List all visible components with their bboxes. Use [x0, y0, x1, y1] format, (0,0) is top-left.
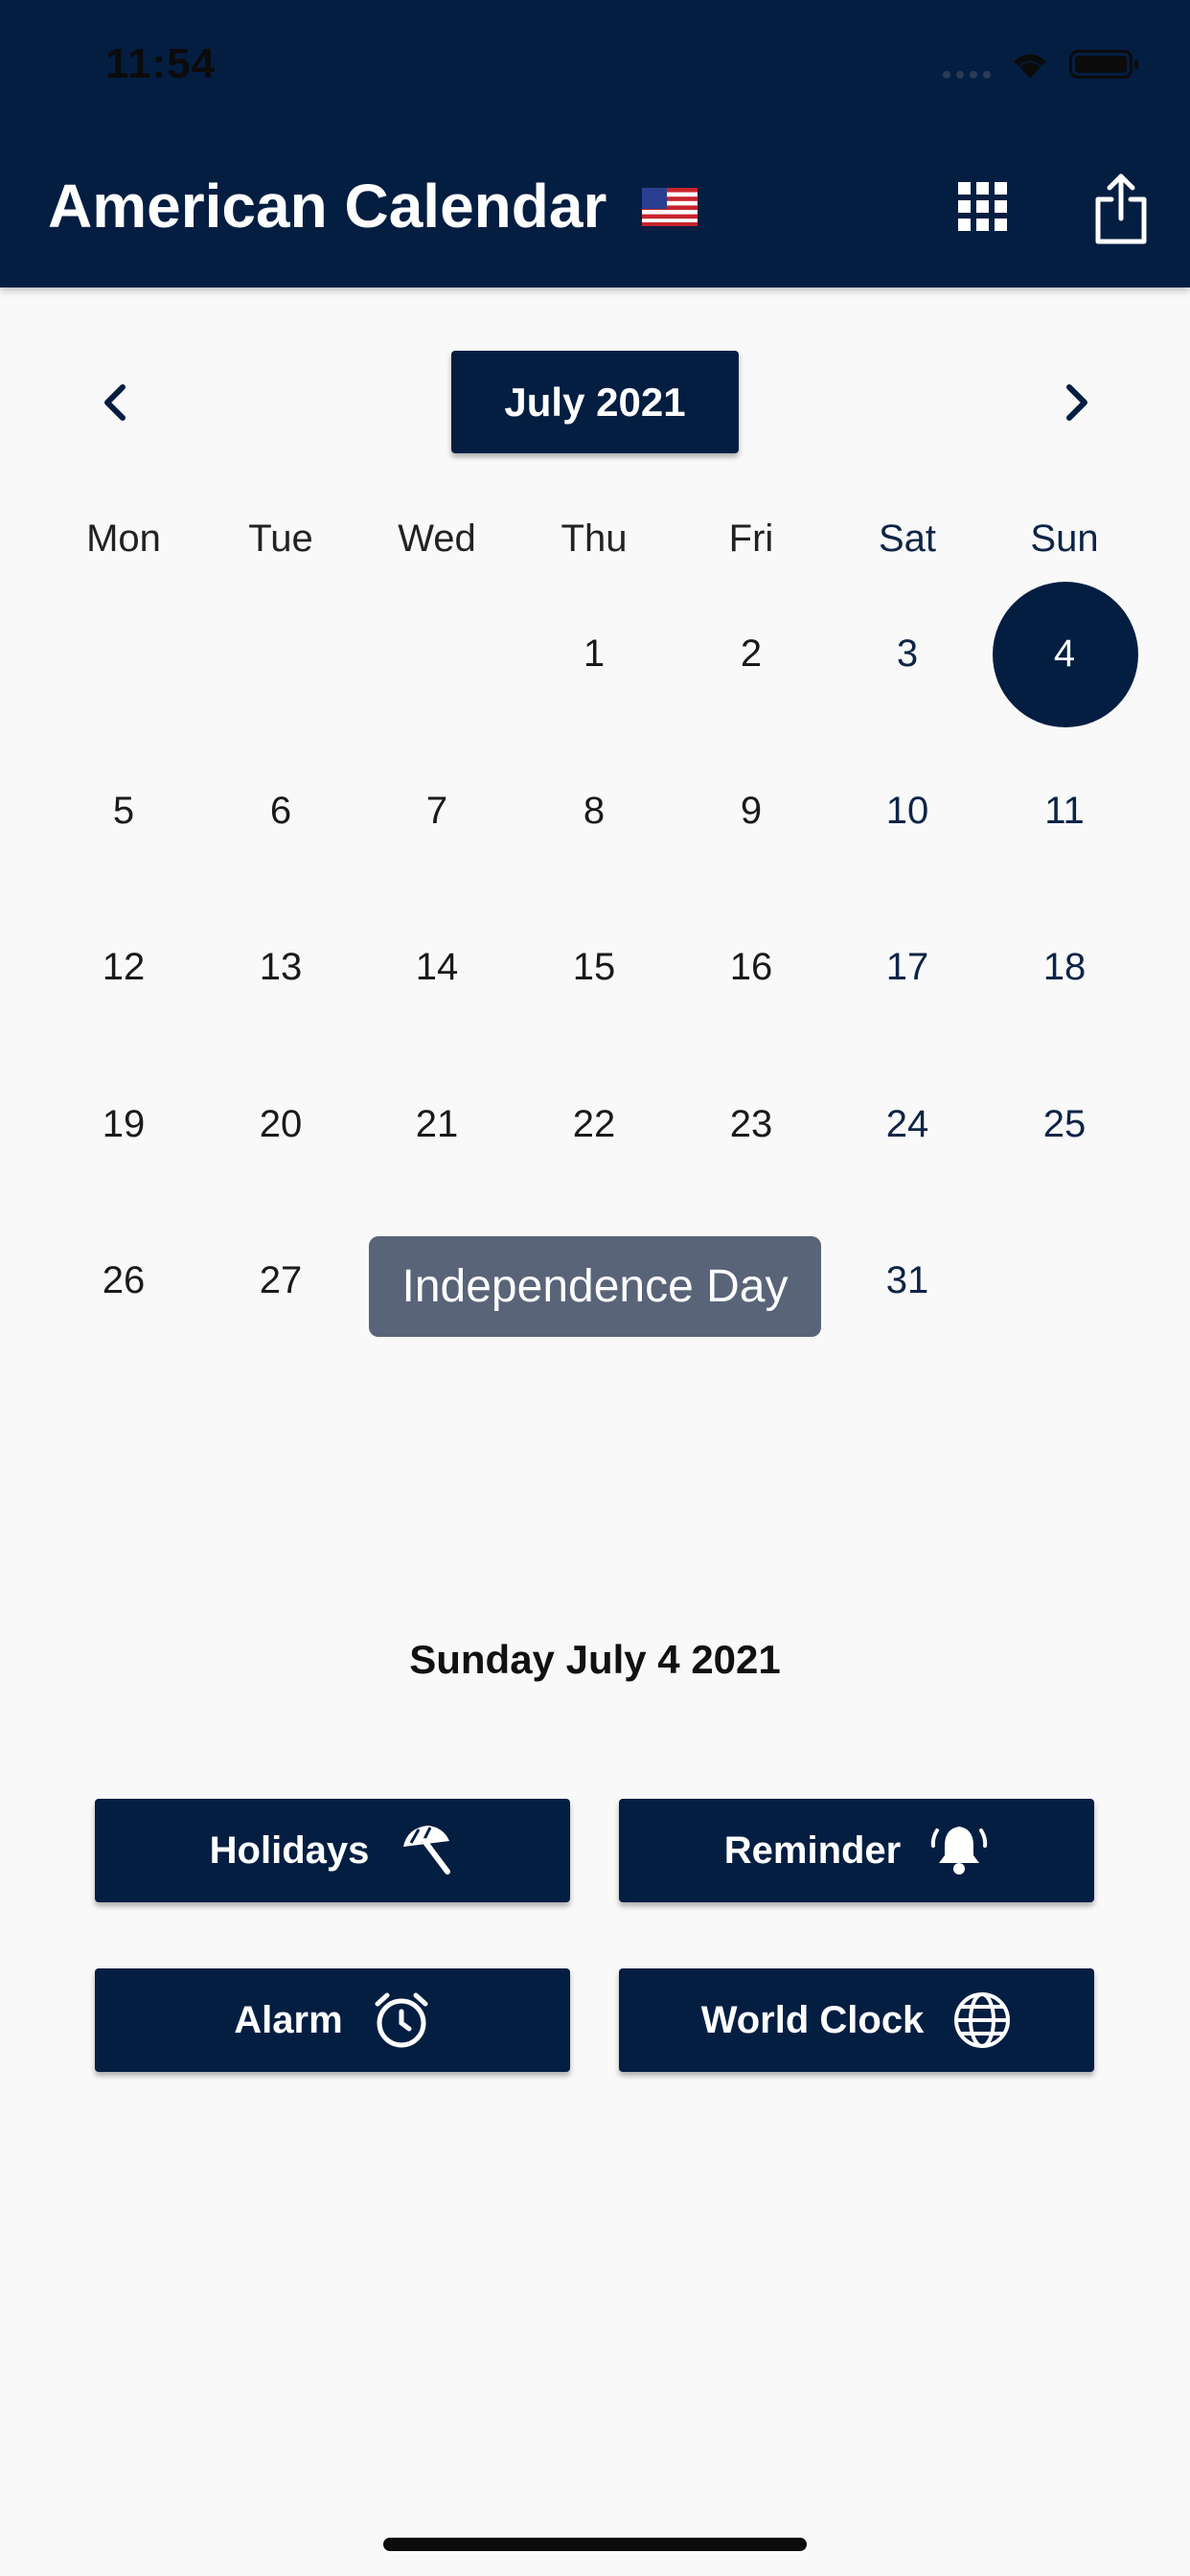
- alarm-label: Alarm: [234, 1998, 343, 2041]
- calendar-day[interactable]: 31: [850, 1259, 965, 1302]
- weekday-wed: Wed: [398, 518, 476, 560]
- calendar-day[interactable]: 6: [223, 790, 338, 833]
- weekday-tue: Tue: [248, 518, 313, 560]
- calendar-day[interactable]: 26: [66, 1259, 181, 1302]
- status-icons: [943, 48, 1138, 80]
- us-flag-icon: [642, 188, 698, 226]
- calendar-day[interactable]: 12: [66, 946, 181, 989]
- weekday-mon: Mon: [86, 518, 161, 560]
- alarm-button[interactable]: Alarm: [95, 1968, 570, 2072]
- world-clock-button[interactable]: World Clock: [619, 1968, 1094, 2072]
- calendar-day[interactable]: 22: [537, 1103, 652, 1146]
- calendar-day[interactable]: 13: [223, 946, 338, 989]
- calendar-day[interactable]: 10: [850, 790, 965, 833]
- calendar-day[interactable]: 18: [1007, 946, 1122, 989]
- next-month-button[interactable]: [1058, 381, 1096, 424]
- calendar-day[interactable]: 15: [537, 946, 652, 989]
- calendar-day[interactable]: 16: [694, 946, 809, 989]
- weekday-thu: Thu: [561, 518, 628, 560]
- grid-icon[interactable]: [958, 182, 1008, 232]
- reminder-button[interactable]: Reminder: [619, 1799, 1094, 1902]
- calendar-day[interactable]: 9: [694, 790, 809, 833]
- weekday-sun: Sun: [1030, 518, 1099, 560]
- weekday-fri: Fri: [728, 518, 774, 560]
- calendar-day[interactable]: 19: [66, 1103, 181, 1146]
- app-title: American Calendar: [48, 172, 607, 241]
- month-selector-button[interactable]: July 2021: [451, 351, 739, 453]
- calendar-day[interactable]: 14: [379, 946, 494, 989]
- calendar-day[interactable]: 20: [223, 1103, 338, 1146]
- calendar-day[interactable]: 7: [379, 790, 494, 833]
- calendar-day[interactable]: 2: [694, 632, 809, 676]
- reminder-label: Reminder: [723, 1828, 902, 1872]
- app-bar: 11:54 American Calendar: [0, 0, 1190, 288]
- cellular-signal-icon: [943, 50, 991, 79]
- calendar-day-selected[interactable]: 4: [1007, 632, 1122, 676]
- calendar-day[interactable]: 11: [1007, 790, 1122, 833]
- status-time: 11:54: [105, 40, 217, 87]
- wifi-icon: [1014, 54, 1046, 79]
- calendar-day[interactable]: 25: [1007, 1103, 1122, 1146]
- calendar-day[interactable]: 1: [537, 632, 652, 676]
- battery-icon: [1069, 50, 1138, 79]
- share-icon[interactable]: [1092, 172, 1150, 245]
- calendar-day[interactable]: 17: [850, 946, 965, 989]
- calendar-day[interactable]: 24: [850, 1103, 965, 1146]
- beach-umbrella-icon: [403, 1826, 451, 1874]
- alarm-clock-icon: [375, 1992, 428, 2048]
- globe-icon: [954, 1992, 1011, 2048]
- holidays-button[interactable]: Holidays: [95, 1799, 570, 1902]
- calendar-day[interactable]: 8: [537, 790, 652, 833]
- calendar-day[interactable]: 21: [379, 1103, 494, 1146]
- calendar-day[interactable]: 27: [223, 1259, 338, 1302]
- calendar-day[interactable]: 3: [850, 632, 965, 676]
- selected-date-label: Sunday July 4 2021: [409, 1637, 781, 1682]
- world-clock-label: World Clock: [700, 1998, 925, 2041]
- weekday-sat: Sat: [878, 518, 937, 560]
- previous-month-button[interactable]: [96, 381, 134, 424]
- holidays-label: Holidays: [209, 1828, 370, 1872]
- calendar-day[interactable]: 23: [694, 1103, 809, 1146]
- home-indicator[interactable]: [383, 2538, 807, 2551]
- holiday-tooltip: Independence Day: [369, 1236, 821, 1337]
- calendar-day[interactable]: 5: [66, 790, 181, 833]
- bell-icon: [931, 1827, 988, 1874]
